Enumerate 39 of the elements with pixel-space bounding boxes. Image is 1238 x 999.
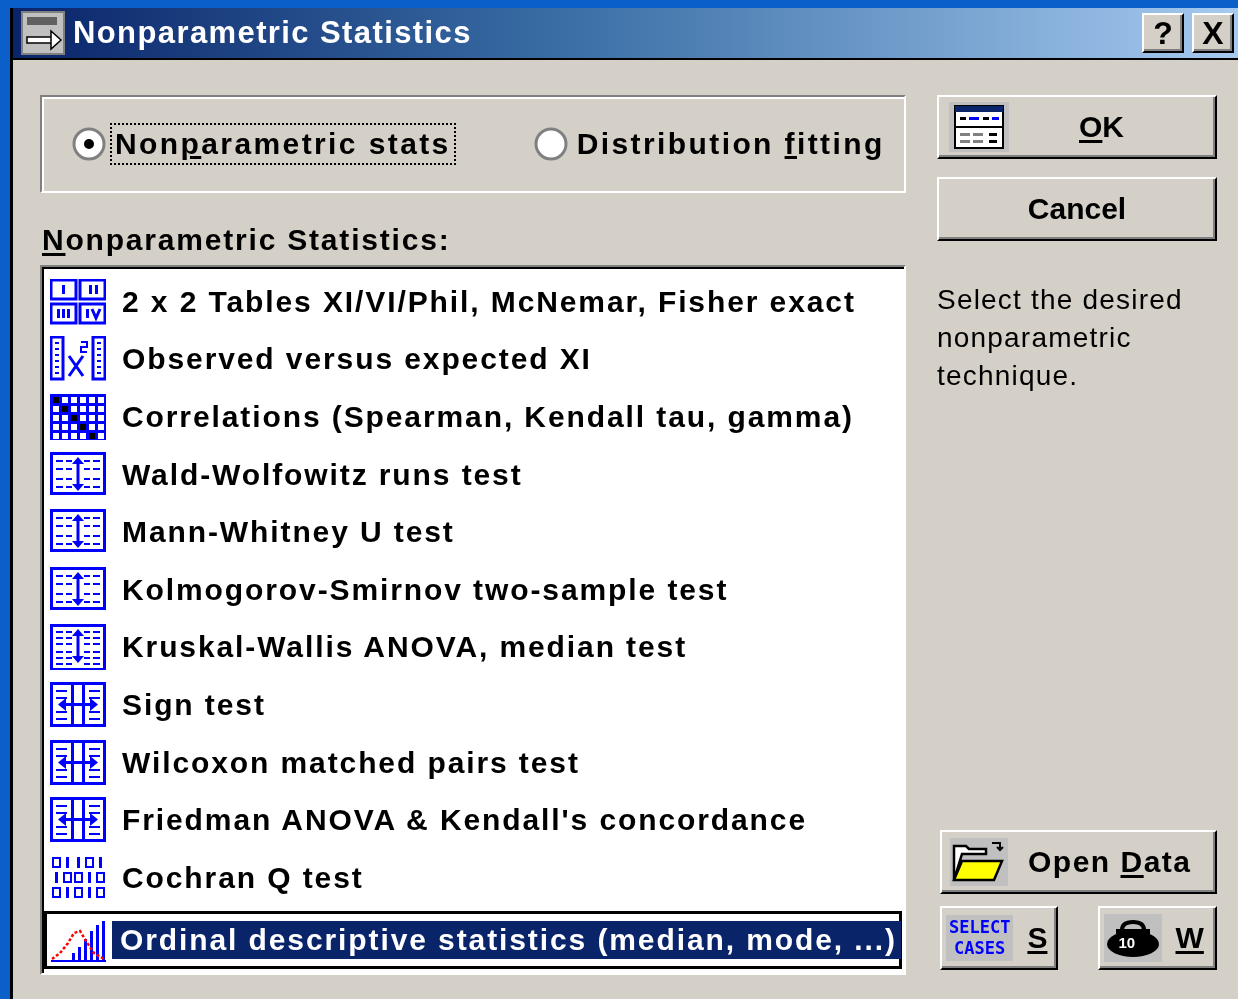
list-item[interactable]: Wilcoxon matched pairs test	[118, 743, 584, 782]
split-table-icon	[50, 624, 106, 671]
list-item[interactable]: Cochran Q test	[118, 858, 368, 897]
help-button[interactable]: ?	[1142, 13, 1184, 53]
close-button[interactable]: X	[1192, 13, 1234, 53]
list-item[interactable]: Sign test	[118, 685, 270, 724]
description-text: Select the desired nonparametric technique.	[937, 283, 1184, 393]
grid-icon	[50, 278, 106, 325]
matrix-icon	[50, 394, 106, 440]
list-item[interactable]: Observed versus expected XI	[118, 340, 596, 379]
radio-button[interactable]	[533, 127, 568, 161]
window-title: Nonparametric Statistics	[73, 15, 473, 51]
folder-icon	[950, 838, 1008, 886]
cancel-button[interactable]: Cancel	[937, 177, 1217, 241]
spreadsheet-icon	[949, 102, 1009, 152]
list-item[interactable]: Kolmogorov-Smirnov two-sample test	[118, 570, 733, 609]
app-icon	[21, 11, 65, 55]
list-item[interactable]: Mann-Whitney U test	[118, 513, 459, 552]
weight-button[interactable]: 10 W	[1097, 906, 1217, 970]
list-item[interactable]: Kruskal-Wallis ANOVA, median test	[118, 628, 692, 667]
columns-icon	[50, 336, 106, 383]
split-table-icon	[50, 566, 106, 613]
list-label: Nonparametric Statistics:	[42, 223, 452, 257]
double-arrow-table-icon	[50, 681, 106, 728]
ok-button[interactable]: OK	[937, 95, 1217, 159]
radio-button[interactable]	[72, 127, 106, 161]
list-item[interactable]: Ordinal descriptive statistics (median, mode, ...)	[112, 920, 901, 959]
list-item[interactable]: 2 x 2 Tables XI/VI/Phil, McNemar, Fisher exact	[118, 282, 860, 321]
split-table-icon	[50, 451, 106, 498]
list-item[interactable]: Friedman ANOVA & Kendall's concordance	[118, 801, 812, 840]
open-data-button[interactable]: Open Data	[940, 830, 1217, 894]
double-arrow-table-icon	[50, 739, 106, 786]
radio-label[interactable]: Nonparametric stats	[110, 123, 456, 165]
list-item[interactable]: Correlations (Spearman, Kendall tau, gamma)	[118, 398, 858, 436]
double-arrow-table-icon	[50, 797, 106, 844]
bit-pattern-icon	[50, 854, 106, 901]
radio-label[interactable]: Distribution fitting	[571, 123, 890, 165]
list-item[interactable]: Wald-Wolfowitz runs test	[118, 455, 527, 494]
select-cases-button[interactable]: SELECT CASES S	[940, 906, 1058, 970]
